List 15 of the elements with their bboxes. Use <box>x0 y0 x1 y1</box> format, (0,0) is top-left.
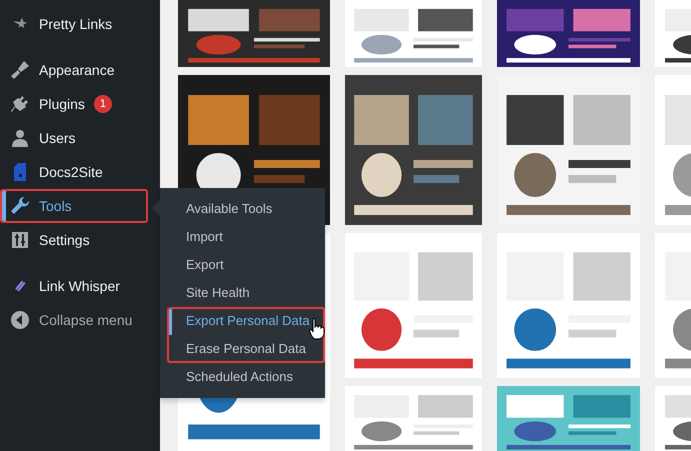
sidebar-item[interactable]: Appearance <box>0 53 148 87</box>
sidebar-item[interactable]: Collapse menu <box>0 303 148 337</box>
submenu-item[interactable]: Export <box>167 251 325 279</box>
sidebar-item[interactable]: Plugins 1 <box>0 87 148 121</box>
sidebar-item[interactable]: Pretty Links <box>0 7 148 41</box>
submenu-item[interactable]: Import <box>167 223 325 251</box>
sidebar-item[interactable]: Docs2Site <box>0 155 148 189</box>
sidebar-item[interactable]: Users <box>0 121 148 155</box>
submenu-item[interactable]: Scheduled Actions <box>167 363 325 391</box>
sidebar-item[interactable]: Tools <box>0 189 148 223</box>
sidebar-item[interactable]: Link Whisper <box>0 269 148 303</box>
count-badge: 1 <box>94 95 112 113</box>
submenu-item[interactable]: Site Health <box>167 279 325 307</box>
submenu-item[interactable]: Available Tools <box>167 195 325 223</box>
sidebar-item[interactable]: Settings <box>0 223 148 257</box>
